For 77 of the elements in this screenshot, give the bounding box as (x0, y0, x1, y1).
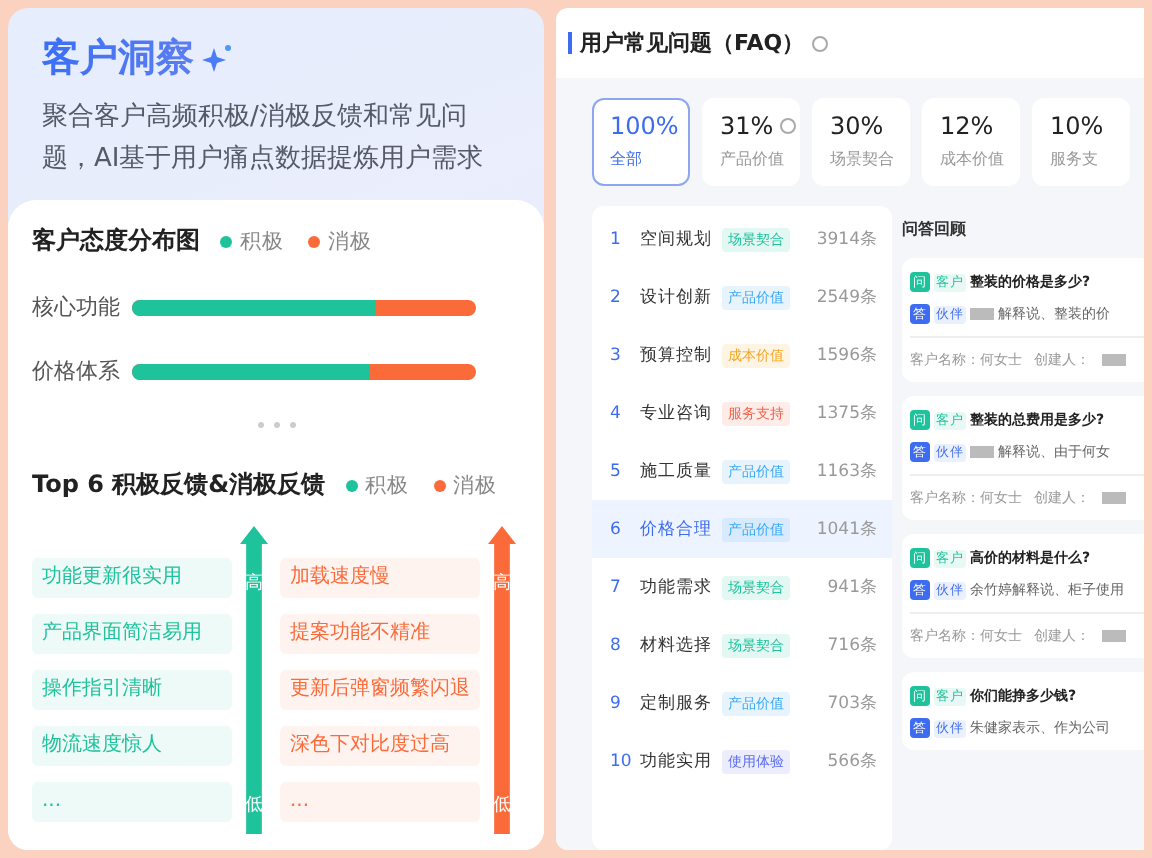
help-icon (812, 35, 829, 51)
count: 2549条 (816, 285, 878, 309)
bar-label: 价格体系 (32, 356, 116, 386)
stat-value: 31% (720, 112, 774, 140)
stat-label: 服务支 (1050, 148, 1100, 170)
topic-name: 预算控制 (640, 343, 712, 367)
topic-name: 定制服务 (640, 691, 712, 715)
stat-card[interactable]: 12% 成本价值 (922, 98, 1020, 186)
stat-label: 成本价值 (940, 148, 1006, 170)
sparkle-icon (202, 44, 234, 72)
rank-number: 2 (610, 287, 623, 307)
count: 1596条 (816, 343, 878, 367)
stat-value: 10% (1050, 112, 1104, 140)
count: 941条 (827, 575, 878, 599)
redacted-block (1102, 492, 1126, 504)
panel-description: 聚合客户高频积极/消极反馈和常见问题，AI基于用户痛点数据提炼用户需求 (42, 100, 486, 178)
topic-name: 价格合理 (640, 517, 712, 541)
feedback-item: ... (32, 782, 232, 822)
feedback-item: 物流速度惊人 (32, 726, 232, 766)
rank-number: 1 (610, 229, 623, 249)
section-title: Top 6 积极反馈&消极反馈 (32, 468, 326, 502)
high-label: 高 (245, 571, 263, 596)
stat-card[interactable]: 31% 产品价值 (702, 98, 800, 186)
topic-name: 空间规划 (640, 227, 712, 251)
count: 1375条 (816, 401, 878, 425)
legend-label: 积极 (365, 471, 410, 499)
chart-title: 客户态度分布图 (32, 224, 200, 258)
topic-name: 专业咨询 (640, 401, 712, 425)
count: 3914条 (816, 227, 878, 251)
rank-number: 5 (610, 461, 623, 481)
feedback-item: 提案功能不精准 (280, 614, 480, 654)
redacted-block (1102, 630, 1126, 642)
stat-card[interactable]: 10% 服务支 (1032, 98, 1130, 186)
stat-value: 30% (830, 112, 884, 140)
stat-card[interactable]: 100% 全部 (592, 98, 690, 186)
feedback-item: 加载速度慢 (280, 558, 480, 598)
count: 703条 (827, 691, 878, 715)
stat-card[interactable]: 30% 场景契合 (812, 98, 910, 186)
rank-number: 8 (610, 635, 623, 655)
section-title: 问答回顾 (902, 218, 968, 240)
panel-title: 用户常见问题（FAQ） (580, 28, 805, 58)
topic-name: 设计创新 (640, 285, 712, 309)
feedback-item: 功能更新很实用 (32, 558, 232, 598)
high-label: 高 (493, 571, 511, 596)
rank-number: 6 (610, 519, 623, 539)
rank-number: 9 (610, 693, 623, 713)
topic-name: 功能实用 (640, 749, 712, 773)
rank-number: 4 (610, 403, 623, 423)
count: 716条 (827, 633, 878, 657)
stat-label: 全部 (610, 148, 644, 170)
rank-number: 7 (610, 577, 623, 597)
stat-value: 100% (610, 112, 679, 140)
stat-value: 12% (940, 112, 994, 140)
legend-label: 消极 (453, 471, 498, 499)
feedback-item: 深色下对比度过高 (280, 726, 480, 766)
topic-name: 施工质量 (640, 459, 712, 483)
feedback-item: 操作指引清晰 (32, 670, 232, 710)
rank-number: 3 (610, 345, 623, 365)
count: 1163条 (816, 459, 878, 483)
low-label: 低 (245, 794, 263, 818)
rank-number: 10 (610, 751, 630, 771)
topic-name: 材料选择 (640, 633, 712, 657)
topic-name: 功能需求 (640, 575, 712, 599)
stat-label: 产品价值 (720, 148, 786, 170)
feedback-item: 产品界面简洁易用 (32, 614, 232, 654)
count: 566条 (827, 749, 878, 773)
redacted-block (1102, 354, 1126, 366)
pagination-dots (257, 422, 295, 428)
bar-label: 核心功能 (32, 292, 116, 322)
legend-label: 积极 (240, 227, 284, 255)
stat-label: 场景契合 (830, 148, 896, 170)
feedback-item: 更新后弹窗频繁闪退 (280, 670, 480, 710)
legend-label: 消极 (328, 227, 372, 255)
count: 1041条 (816, 517, 878, 541)
feedback-item: ... (280, 782, 480, 822)
title-marker (568, 32, 572, 54)
low-label: 低 (493, 794, 511, 818)
